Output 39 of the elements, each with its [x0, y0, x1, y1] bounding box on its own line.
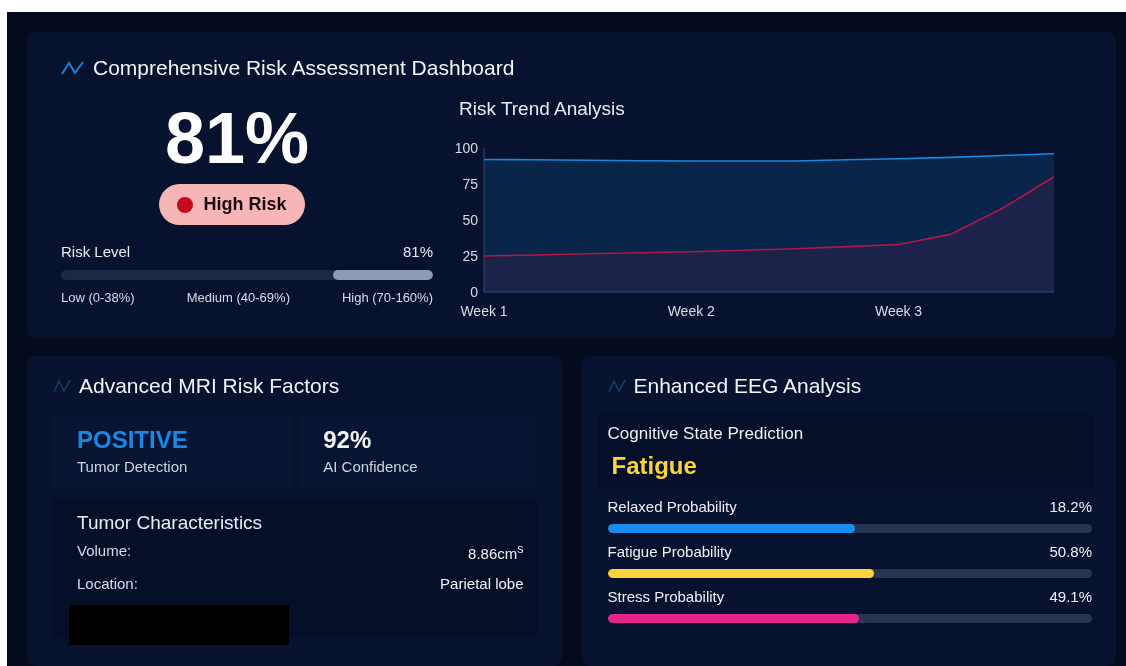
- field-label: Volume:: [77, 542, 132, 561]
- trend-line-icon: [607, 379, 626, 393]
- risk-badge: High Risk: [159, 184, 305, 225]
- x-tick-label: Week 1: [460, 303, 508, 319]
- x-tick-label: Week 3: [874, 303, 923, 319]
- stat-value: POSITIVE: [77, 426, 189, 454]
- chart-title: Risk Trend Analysis: [459, 98, 626, 120]
- prediction-label: Cognitive State Prediction: [607, 424, 805, 444]
- trend-line-icon: [53, 379, 71, 393]
- meter-reading: 81%: [402, 243, 433, 260]
- card-title: Enhanced EEG Analysis: [633, 374, 862, 398]
- stat-label: AI Confidence: [323, 458, 419, 475]
- y-tick-label: 75: [462, 176, 478, 192]
- range-label: High (70-160%): [341, 290, 433, 305]
- stat-value: 92%: [323, 426, 373, 454]
- card-title: Advanced MRI Risk Factors: [79, 374, 340, 398]
- field-value: Parietal lobe: [440, 575, 524, 592]
- probability-reading: 50.8%: [1049, 543, 1092, 560]
- probability-reading: 18.2%: [1049, 498, 1092, 515]
- y-tick-label: 50: [462, 212, 478, 228]
- field-value: 8.86cm$^{s}$: [468, 542, 524, 562]
- prediction-value: Fatigue: [611, 452, 698, 480]
- y-tick-label: 25: [462, 248, 478, 264]
- risk-score: 81%: [164, 102, 310, 174]
- trend-line-icon: [61, 61, 85, 75]
- range-label: Medium (40-69%): [186, 290, 290, 305]
- x-tick-label: Week 2: [667, 303, 715, 319]
- panel-title: Tumor Characteristics: [77, 512, 264, 534]
- probability-label: Relaxed Probability: [607, 498, 737, 515]
- field-label: Location:: [77, 575, 138, 592]
- y-tick-label: 0: [470, 284, 478, 300]
- card-title: Comprehensive Risk Assessment Dashboard: [93, 56, 515, 80]
- probability-reading: 49.1%: [1049, 588, 1092, 605]
- probability-label: Fatigue Probability: [607, 543, 732, 560]
- probability-label: Stress Probability: [607, 588, 725, 605]
- y-tick-label: 100: [454, 140, 478, 156]
- range-label: Low (0-38%): [61, 290, 135, 305]
- meter-label: Risk Level: [61, 243, 131, 260]
- stat-label: Tumor Detection: [77, 458, 189, 475]
